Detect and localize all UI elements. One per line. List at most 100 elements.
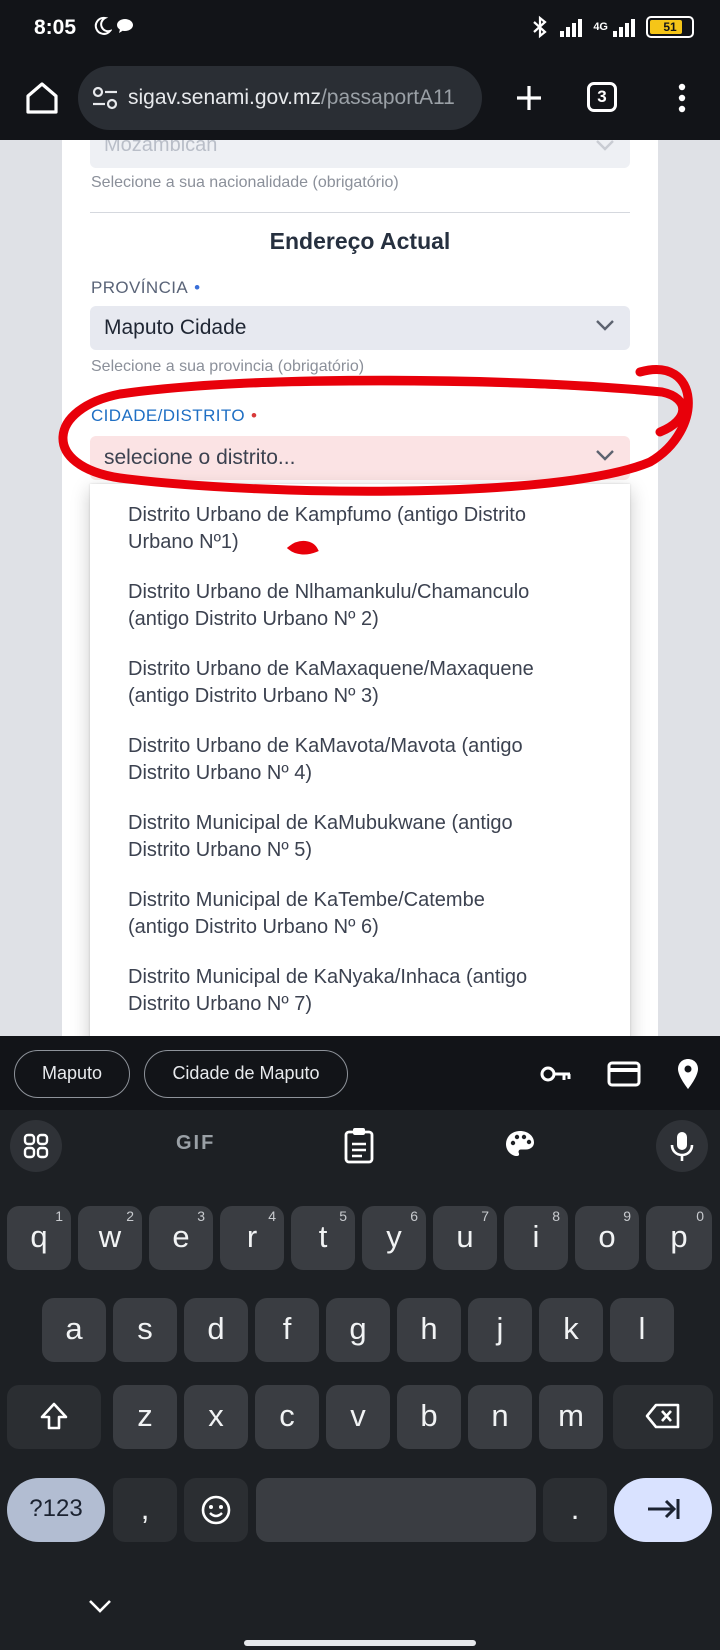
shift-key[interactable] bbox=[7, 1385, 101, 1449]
key-number-hint: 4 bbox=[268, 1208, 276, 1224]
palette-icon[interactable] bbox=[502, 1124, 538, 1168]
status-time: 8:05 bbox=[34, 16, 77, 39]
key-k[interactable]: k bbox=[539, 1298, 603, 1362]
key-number-hint: 8 bbox=[552, 1208, 560, 1224]
key-icon[interactable] bbox=[538, 1056, 574, 1092]
required-indicator: • bbox=[250, 406, 258, 425]
key-m[interactable]: m bbox=[539, 1385, 603, 1449]
network-type-label: 4G bbox=[593, 21, 608, 33]
web-page: Mozambican Selecione a sua nacionalidade… bbox=[0, 140, 720, 1036]
period-key[interactable]: . bbox=[543, 1478, 607, 1542]
key-l[interactable]: l bbox=[610, 1298, 674, 1362]
tab-count: 3 bbox=[587, 82, 617, 112]
backspace-key[interactable] bbox=[613, 1385, 713, 1449]
status-bar: 8:05 4G 51 bbox=[0, 0, 720, 56]
home-icon[interactable] bbox=[18, 74, 66, 122]
site-settings-icon[interactable] bbox=[92, 86, 118, 110]
url-text[interactable]: sigav.senami.gov.mz/passaportA11 bbox=[128, 86, 473, 110]
key-y[interactable]: y6 bbox=[362, 1206, 426, 1270]
key-p[interactable]: p0 bbox=[646, 1206, 712, 1270]
province-value: Maputo Cidade bbox=[104, 316, 247, 339]
key-w[interactable]: w2 bbox=[78, 1206, 142, 1270]
key-letter: e bbox=[172, 1219, 190, 1254]
district-option[interactable]: Distrito Urbano de Nlhamankulu/Chamancul… bbox=[128, 579, 598, 633]
key-u[interactable]: u7 bbox=[433, 1206, 497, 1270]
option-line: Distrito Urbano de KaMaxaquene/Maxaquene bbox=[128, 658, 534, 680]
key-z[interactable]: z bbox=[113, 1385, 177, 1449]
key-e[interactable]: e3 bbox=[149, 1206, 213, 1270]
district-option[interactable]: Distrito Urbano de KaMavota/Mavota (anti… bbox=[128, 733, 598, 787]
key-f[interactable]: f bbox=[255, 1298, 319, 1362]
gesture-nav-handle[interactable] bbox=[244, 1640, 476, 1646]
key-q[interactable]: q1 bbox=[7, 1206, 71, 1270]
space-bar[interactable] bbox=[256, 1478, 536, 1542]
district-select[interactable]: selecione o distrito... bbox=[90, 436, 630, 480]
district-option[interactable]: Distrito Municipal de KaMubukwane (antig… bbox=[128, 810, 598, 864]
emoji-key[interactable] bbox=[184, 1478, 248, 1542]
chevron-down-icon bbox=[596, 450, 614, 461]
clipboard-icon[interactable] bbox=[342, 1124, 376, 1168]
key-a[interactable]: a bbox=[42, 1298, 106, 1362]
key-number-hint: 3 bbox=[197, 1208, 205, 1224]
key-r[interactable]: r4 bbox=[220, 1206, 284, 1270]
key-letter: r bbox=[246, 1219, 258, 1254]
nationality-helper: Selecione a sua nacionalidade (obrigatór… bbox=[91, 174, 399, 191]
battery-icon: 51 bbox=[646, 16, 694, 38]
district-option[interactable]: Distrito Municipal de KaNyaka/Inhaca (an… bbox=[128, 964, 598, 1018]
address-bar[interactable]: sigav.senami.gov.mz/passaportA11 bbox=[78, 66, 482, 130]
province-label: PROVÍNCIA • bbox=[91, 278, 200, 298]
shift-icon bbox=[40, 1402, 68, 1430]
battery-level: 51 bbox=[663, 20, 677, 34]
province-helper: Selecione a sua provincia (obrigatório) bbox=[91, 358, 365, 375]
mic-icon[interactable] bbox=[656, 1120, 708, 1172]
next-enter-key[interactable] bbox=[614, 1478, 712, 1542]
district-option[interactable]: Distrito Urbano de KaMaxaquene/Maxaquene… bbox=[128, 656, 598, 710]
hide-keyboard-chevron-icon[interactable] bbox=[86, 1596, 114, 1616]
apps-grid-icon[interactable] bbox=[10, 1120, 62, 1172]
signal-icon bbox=[560, 19, 583, 37]
key-o[interactable]: o9 bbox=[575, 1206, 639, 1270]
do-not-disturb-moon-icon bbox=[94, 16, 112, 35]
key-x[interactable]: x bbox=[184, 1385, 248, 1449]
nationality-select[interactable]: Mozambican bbox=[90, 140, 630, 168]
comma-key[interactable]: , bbox=[113, 1478, 177, 1542]
key-d[interactable]: d bbox=[184, 1298, 248, 1362]
key-n[interactable]: n bbox=[468, 1385, 532, 1449]
key-c[interactable]: c bbox=[255, 1385, 319, 1449]
url-domain: sigav.senami.gov.mz bbox=[128, 86, 321, 109]
key-letter: o bbox=[598, 1219, 616, 1254]
key-s[interactable]: s bbox=[113, 1298, 177, 1362]
credit-card-icon[interactable] bbox=[606, 1056, 642, 1092]
emoji-icon bbox=[201, 1495, 231, 1525]
autofill-chip[interactable]: Maputo bbox=[14, 1050, 130, 1098]
district-option[interactable]: Distrito Urbano de Kampfumo (antigo Dist… bbox=[128, 502, 598, 556]
key-i[interactable]: i8 bbox=[504, 1206, 568, 1270]
key-t[interactable]: t5 bbox=[291, 1206, 355, 1270]
district-option[interactable]: Distrito Municipal de KaTembe/Catembe (an… bbox=[128, 887, 598, 941]
option-line: Distrito Urbano de Nlhamankulu/Chamancul… bbox=[128, 581, 530, 603]
province-select[interactable]: Maputo Cidade bbox=[90, 306, 630, 350]
district-dropdown-list: Distrito Urbano de Kampfumo (antigo Dist… bbox=[90, 484, 630, 1036]
key-j[interactable]: j bbox=[468, 1298, 532, 1362]
more-menu-icon[interactable] bbox=[660, 74, 704, 122]
key-v[interactable]: v bbox=[326, 1385, 390, 1449]
section-title: Endereço Actual bbox=[269, 228, 451, 254]
key-h[interactable]: h bbox=[397, 1298, 461, 1362]
gif-button[interactable]: GIF bbox=[176, 1132, 215, 1176]
location-pin-icon[interactable] bbox=[670, 1056, 706, 1092]
autofill-chip[interactable]: Cidade de Maputo bbox=[144, 1050, 348, 1098]
option-line: Distrito Municipal de KaMubukwane (antig… bbox=[128, 812, 513, 834]
option-line: Distrito Municipal de KaNyaka/Inhaca (an… bbox=[128, 966, 528, 988]
key-g[interactable]: g bbox=[326, 1298, 390, 1362]
district-placeholder: selecione o distrito... bbox=[104, 446, 296, 469]
option-line: (antigo Distrito Urbano Nº 6) bbox=[128, 916, 379, 938]
section-divider bbox=[90, 212, 630, 213]
new-tab-icon[interactable] bbox=[505, 74, 553, 122]
option-line: Distrito Municipal de KaTembe/Catembe bbox=[128, 889, 485, 911]
symbols-mode-key[interactable]: ?123 bbox=[7, 1478, 105, 1542]
key-b[interactable]: b bbox=[397, 1385, 461, 1449]
tab-switcher-button[interactable]: 3 bbox=[581, 78, 623, 118]
option-line: Distrito Urbano Nº 5) bbox=[128, 839, 313, 861]
key-number-hint: 7 bbox=[481, 1208, 489, 1224]
option-line: Distrito Urbano Nº 7) bbox=[128, 993, 313, 1015]
